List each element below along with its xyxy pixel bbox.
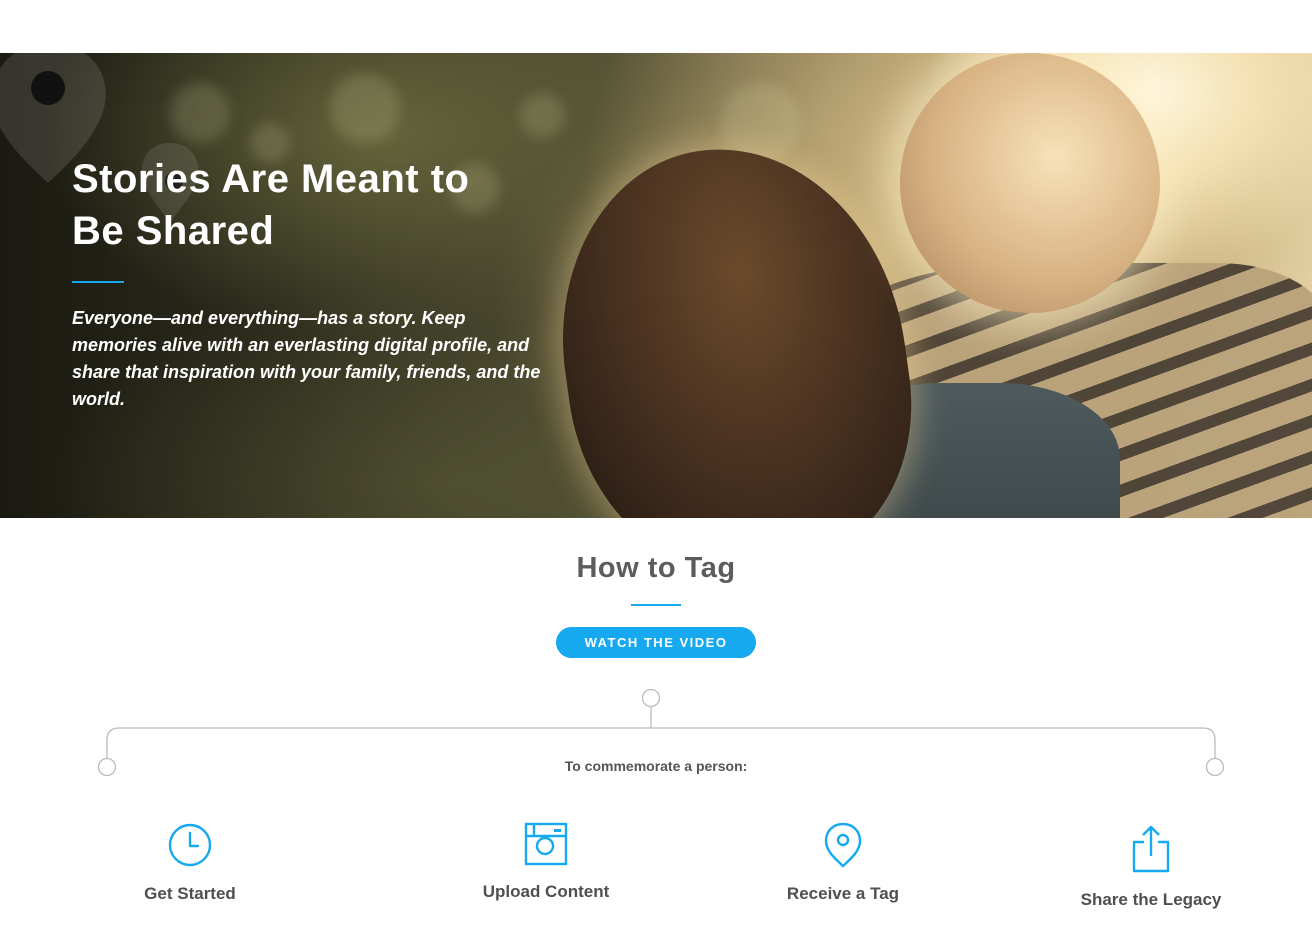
- camera-icon: [524, 822, 568, 866]
- step-label: Upload Content: [482, 882, 610, 901]
- branch-node: [641, 688, 661, 708]
- step-label: Receive a Tag: [786, 884, 900, 903]
- how-to-tag-divider: [631, 604, 681, 606]
- step-get-started: Get Started: [70, 822, 310, 904]
- hero-banner: Stories Are Meant to Be Shared Everyone—…: [0, 53, 1312, 518]
- bokeh-light: [520, 93, 565, 138]
- step-share-legacy: Share the Legacy: [1031, 824, 1271, 910]
- hero-title: Stories Are Meant to Be Shared: [72, 153, 552, 257]
- step-receive-tag: Receive a Tag: [723, 822, 963, 904]
- step-label: Get Started: [144, 884, 236, 903]
- bokeh-light: [330, 73, 400, 143]
- bokeh-light: [170, 83, 230, 143]
- share-icon: [1132, 825, 1170, 873]
- hero-title-line1: Stories Are Meant to: [72, 157, 470, 201]
- clock-icon: [168, 823, 212, 867]
- how-to-tag-title: How to Tag: [576, 552, 736, 584]
- hero-photo-girl: [537, 126, 933, 518]
- top-bar: [0, 0, 1312, 53]
- location-pin-icon: [824, 822, 862, 868]
- branch-line: [106, 727, 1216, 758]
- hero-photo-child-head: [900, 53, 1160, 313]
- branch-label: To commemorate a person:: [564, 758, 748, 774]
- hero-text-block: Stories Are Meant to Be Shared Everyone—…: [72, 153, 552, 413]
- hero-divider: [72, 281, 124, 283]
- step-upload-content: Upload Content: [426, 822, 666, 902]
- step-label: Share the Legacy: [1080, 890, 1222, 909]
- watch-video-button[interactable]: WATCH THE VIDEO: [556, 627, 756, 658]
- hero-title-line2: Be Shared: [72, 209, 275, 253]
- hero-description: Everyone—and everything—has a story. Kee…: [72, 308, 541, 409]
